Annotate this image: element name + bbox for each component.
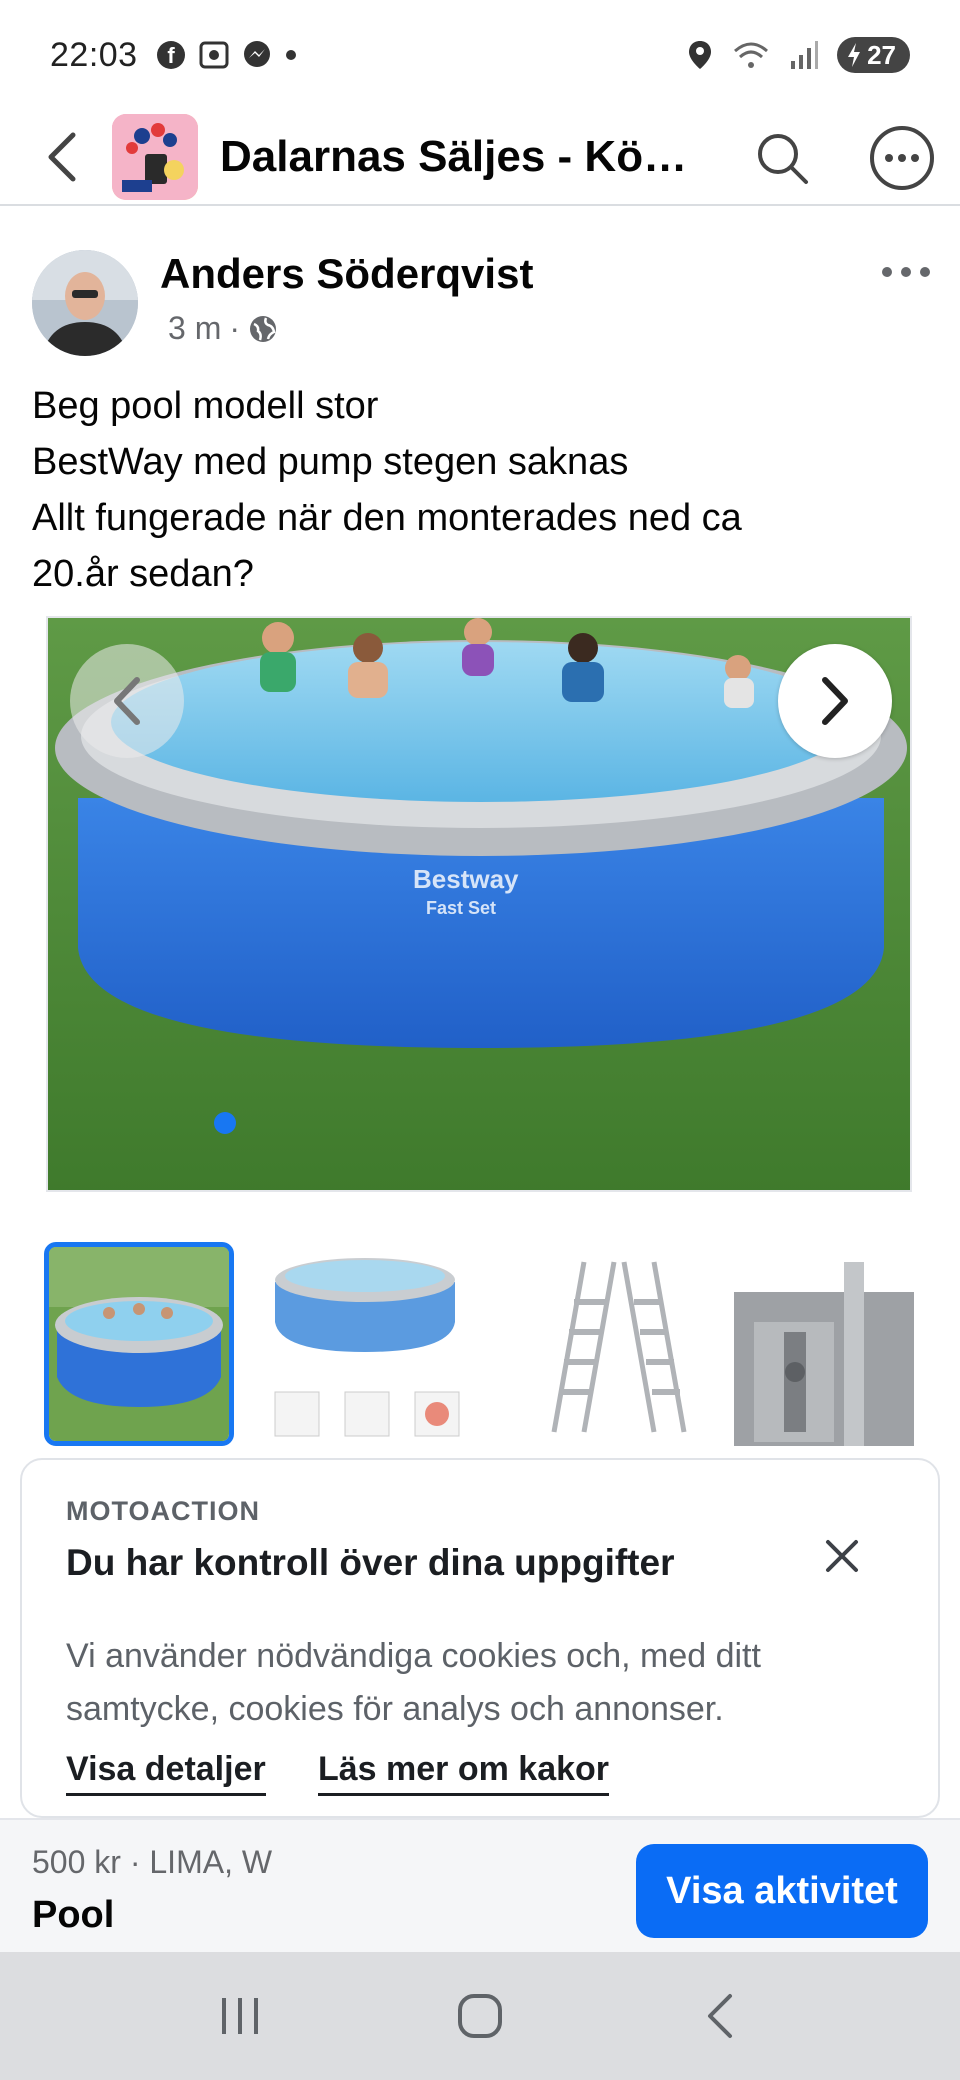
cookie-heading: Du har kontroll över dina uppgifter	[66, 1542, 675, 1583]
carousel-prev-button[interactable]	[70, 644, 184, 758]
cookie-body: Vi använder nödvändiga cookies och, med …	[66, 1637, 761, 1728]
listing-bottom-bar: 500 kr · LIMA, W Pool Visa aktivitet	[0, 1818, 960, 1952]
globe-icon	[250, 315, 276, 342]
group-title[interactable]: Dalarnas Säljes - Köp…	[220, 132, 690, 182]
carousel-next-button[interactable]	[778, 644, 892, 758]
listing-title: Pool	[32, 1894, 115, 1936]
image-brand-text: Bestway	[413, 864, 519, 894]
home-button[interactable]	[430, 1976, 530, 2056]
battery-indicator: 27	[837, 37, 910, 73]
cookie-brand: MOTOACTION	[66, 1496, 260, 1526]
post-text: Beg pool modell stor BestWay med pump st…	[32, 385, 742, 595]
recent-apps-icon	[222, 1998, 258, 2034]
more-options-icon	[870, 126, 934, 190]
chevron-left-icon	[114, 677, 140, 725]
screenshot-icon	[199, 41, 229, 69]
battery-level: 27	[867, 39, 896, 70]
messenger-icon	[243, 41, 270, 67]
search-button[interactable]	[742, 118, 822, 198]
cookie-details-link[interactable]: Visa detaljer	[66, 1750, 266, 1796]
meta-separator: ·	[229, 310, 240, 346]
signal-icon	[791, 41, 819, 69]
back-button[interactable]	[16, 109, 106, 205]
cookie-read-more-link[interactable]: Läs mer om kakor	[318, 1750, 610, 1796]
facebook-icon: f	[156, 41, 185, 69]
listing-price-location: 500 kr · LIMA, W	[32, 1844, 273, 1880]
notification-dot-icon	[285, 50, 296, 60]
system-back-button[interactable]	[670, 1976, 770, 2056]
author-avatar[interactable]	[32, 250, 138, 356]
more-options-button[interactable]	[862, 118, 942, 198]
status-system-icons: 27	[687, 37, 910, 73]
view-activity-button[interactable]: Visa aktivitet	[636, 1844, 928, 1938]
post-time[interactable]: 3 m	[168, 310, 221, 347]
group-header: Dalarnas Säljes - Köp…	[0, 110, 960, 206]
thumbnail-pump[interactable]	[724, 1242, 914, 1446]
status-notification-icons: f	[156, 40, 298, 70]
system-navigation-bar	[0, 1952, 960, 2080]
more-horizontal-icon	[882, 267, 930, 277]
image-brand-subtext: Fast Set	[426, 898, 496, 918]
chevron-right-icon	[822, 677, 848, 725]
status-time: 22:03	[50, 35, 138, 74]
status-bar: 22:03 f 27	[0, 0, 960, 110]
recent-apps-button[interactable]	[190, 1976, 290, 2056]
charging-icon	[848, 43, 861, 67]
cookie-close-button[interactable]	[814, 1528, 870, 1584]
close-icon	[826, 1540, 858, 1572]
group-avatar[interactable]	[112, 114, 198, 200]
thumbnail-pool-product[interactable]	[270, 1242, 460, 1446]
wifi-icon	[734, 42, 769, 68]
system-back-icon	[708, 1994, 732, 2038]
thumbnail-pool-photo[interactable]	[44, 1242, 234, 1446]
back-arrow-icon	[48, 132, 76, 182]
svg-text:f: f	[167, 43, 175, 68]
home-icon	[458, 1994, 502, 2038]
thumbnail-ladder[interactable]	[514, 1242, 704, 1446]
post-more-button[interactable]	[876, 252, 936, 292]
cookie-consent-card: MOTOACTION Du har kontroll över dina upp…	[20, 1458, 940, 1818]
author-name[interactable]: Anders Söderqvist	[160, 250, 533, 298]
search-icon	[758, 134, 808, 184]
carousel-indicator-dot	[214, 1112, 236, 1134]
post-meta: 3 m ·	[168, 310, 278, 347]
location-icon	[689, 41, 712, 69]
